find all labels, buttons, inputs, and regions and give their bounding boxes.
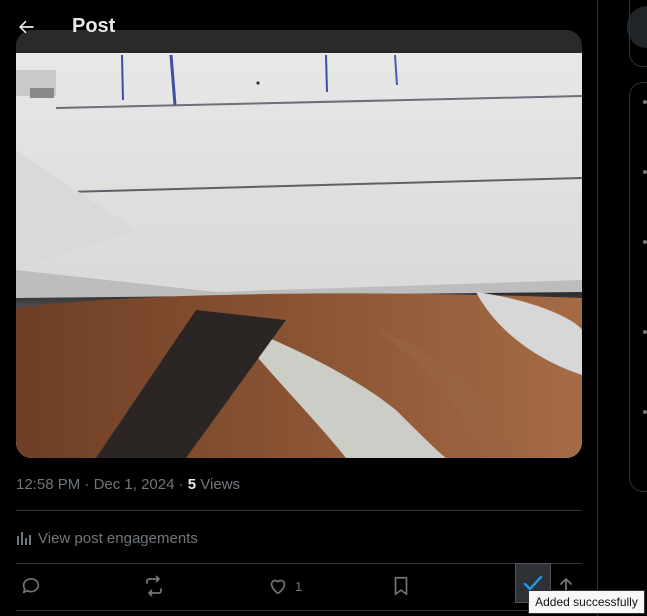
tooltip: Added successfully: [528, 590, 645, 614]
separator: ·: [80, 476, 94, 493]
divider: [16, 563, 582, 564]
post-metadata: 12:58 PM · Dec 1, 2024 · 5 Views: [16, 476, 240, 493]
panel-marker: [643, 410, 647, 414]
photo-content: [16, 30, 582, 458]
back-button[interactable]: [8, 9, 44, 45]
panel-marker: [643, 170, 647, 174]
repost-button[interactable]: [142, 566, 166, 606]
panel-marker: [643, 330, 647, 334]
like-count: 1: [295, 578, 303, 594]
view-engagements-label: View post engagements: [38, 529, 198, 547]
divider: [16, 610, 582, 611]
like-button[interactable]: 1: [267, 566, 302, 606]
top-bar: Post: [0, 0, 597, 53]
repost-icon: [146, 575, 162, 597]
views-count: 5: [187, 476, 197, 493]
main-column: Post 12:58 PM · Dec 1, 2024 · 5 Views Vi…: [0, 0, 598, 616]
heart-icon: [270, 579, 286, 595]
action-bar: 1: [16, 566, 582, 606]
arrow-left-icon: [19, 20, 34, 34]
reply-icon: [22, 577, 40, 594]
divider: [16, 510, 582, 511]
views-label: Views: [196, 476, 241, 493]
bookmark-button[interactable]: [390, 566, 412, 606]
post-date[interactable]: Dec 1, 2024: [94, 476, 175, 493]
separator: ·: [174, 476, 188, 493]
panel-marker: [643, 240, 647, 244]
view-engagements-link[interactable]: View post engagements: [16, 528, 198, 548]
post-time[interactable]: 12:58 PM: [16, 476, 80, 493]
panel-marker: [643, 100, 647, 104]
bar-chart-icon: [17, 532, 31, 545]
bookmark-icon: [394, 576, 408, 596]
page-title: Post: [72, 15, 116, 37]
sidebar-panel: [629, 0, 647, 67]
right-sidebar: [599, 0, 647, 616]
reply-button[interactable]: [20, 566, 42, 606]
post-media-image[interactable]: [16, 30, 582, 458]
sidebar-panel: [629, 82, 647, 492]
